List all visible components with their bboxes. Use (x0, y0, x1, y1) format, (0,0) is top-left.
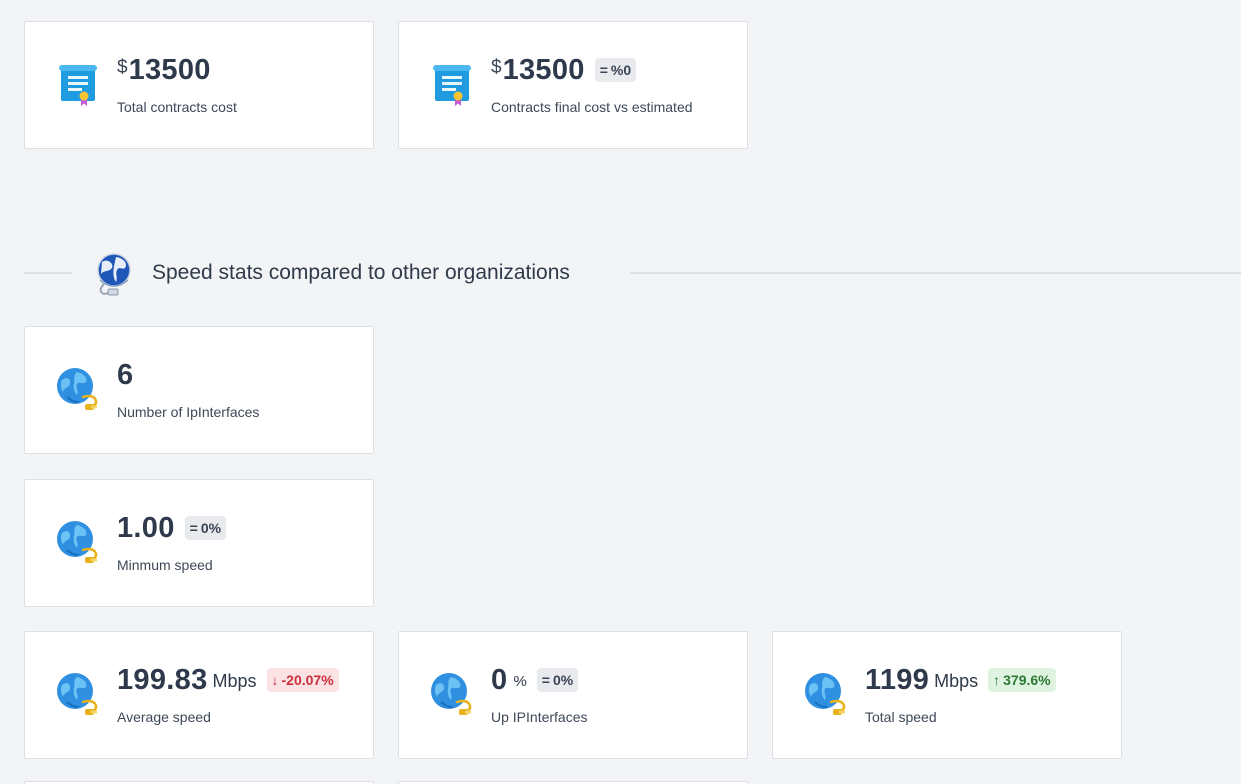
total-contracts-cost-card: $ 13500 Total contracts cost (24, 21, 374, 149)
total-speed-label: Total speed (865, 709, 937, 725)
globe-cable-icon (55, 367, 101, 413)
ip-interfaces-value-line: 6 (117, 359, 133, 392)
divider-line (24, 272, 72, 274)
total-speed-card: 1199 Mbps ↑ 379.6% Total speed (772, 631, 1122, 759)
speed-unit: Mbps (212, 671, 257, 691)
equals-icon: = (541, 671, 550, 688)
globe-cable-icon (429, 672, 475, 718)
section-title: Speed stats compared to other organizati… (152, 261, 570, 284)
ip-interfaces-count-card: 6 Number of IpInterfaces (24, 326, 374, 454)
currency-symbol: $ (491, 56, 502, 78)
globe-cable-icon (803, 672, 849, 718)
comparison-badge: = 0% (536, 667, 579, 692)
currency-symbol: $ (117, 56, 128, 78)
comparison-badge: ↓ -20.07% (266, 667, 339, 692)
badge-text: 0% (200, 519, 222, 536)
up-interfaces-label: Up IPInterfaces (491, 709, 588, 725)
comparison-badge: ↑ 379.6% (988, 667, 1056, 692)
ip-interfaces-count-label: Number of IpInterfaces (117, 404, 260, 420)
up-interfaces-value: 0 (491, 664, 508, 696)
divider-line (630, 272, 1241, 274)
total-speed-value: 1199 (865, 664, 930, 696)
total-speed-value-line: 1199 Mbps ↑ 379.6% (865, 664, 1056, 697)
total-contracts-cost-value-line: $ 13500 (117, 54, 211, 87)
up-interfaces-value-line: 0 % = 0% (491, 664, 579, 697)
arrow-up-icon: ↑ (993, 671, 1001, 688)
minimum-speed-value-line: 1.00 = 0% (117, 512, 227, 545)
average-speed-value: 199.83 (117, 664, 208, 696)
minimum-speed-label: Minmum speed (117, 557, 213, 573)
total-contracts-cost-value: 13500 (128, 54, 211, 86)
arrow-down-icon: ↓ (271, 671, 279, 688)
minimum-speed-card: 1.00 = 0% Minmum speed (24, 479, 374, 607)
globe-network-icon (97, 253, 131, 296)
contracts-final-vs-estimated-card: $ 13500 = %0 Contracts final cost vs est… (398, 21, 748, 149)
minimum-speed-value: 1.00 (117, 512, 175, 544)
contracts-final-vs-estimated-label: Contracts final cost vs estimated (491, 99, 693, 115)
globe-cable-icon (55, 672, 101, 718)
average-speed-value-line: 199.83 Mbps ↓ -20.07% (117, 664, 339, 697)
speed-unit: Mbps (934, 671, 979, 691)
equals-icon: = (599, 61, 608, 78)
comparison-badge: = %0 (594, 57, 637, 82)
speed-stats-section-header: Speed stats compared to other organizati… (24, 248, 1241, 298)
badge-text: 0% (552, 671, 574, 688)
comparison-badge: = 0% (184, 515, 227, 540)
average-speed-card: 199.83 Mbps ↓ -20.07% Average speed (24, 631, 374, 759)
average-speed-label: Average speed (117, 709, 211, 725)
contracts-final-cost-value: 13500 (502, 54, 585, 86)
up-interfaces-card: 0 % = 0% Up IPInterfaces (398, 631, 748, 759)
badge-text: 379.6% (1003, 671, 1051, 688)
globe-cable-icon (55, 520, 101, 566)
total-contracts-cost-label: Total contracts cost (117, 99, 237, 115)
contract-scroll-icon (55, 62, 101, 108)
badge-text: -20.07% (281, 671, 334, 688)
contracts-final-value-line: $ 13500 = %0 (491, 54, 637, 87)
badge-text: %0 (610, 61, 632, 78)
percent-unit: % (513, 673, 527, 690)
equals-icon: = (189, 519, 198, 536)
ip-interfaces-count-value: 6 (117, 359, 134, 391)
contract-scroll-icon (429, 62, 475, 108)
